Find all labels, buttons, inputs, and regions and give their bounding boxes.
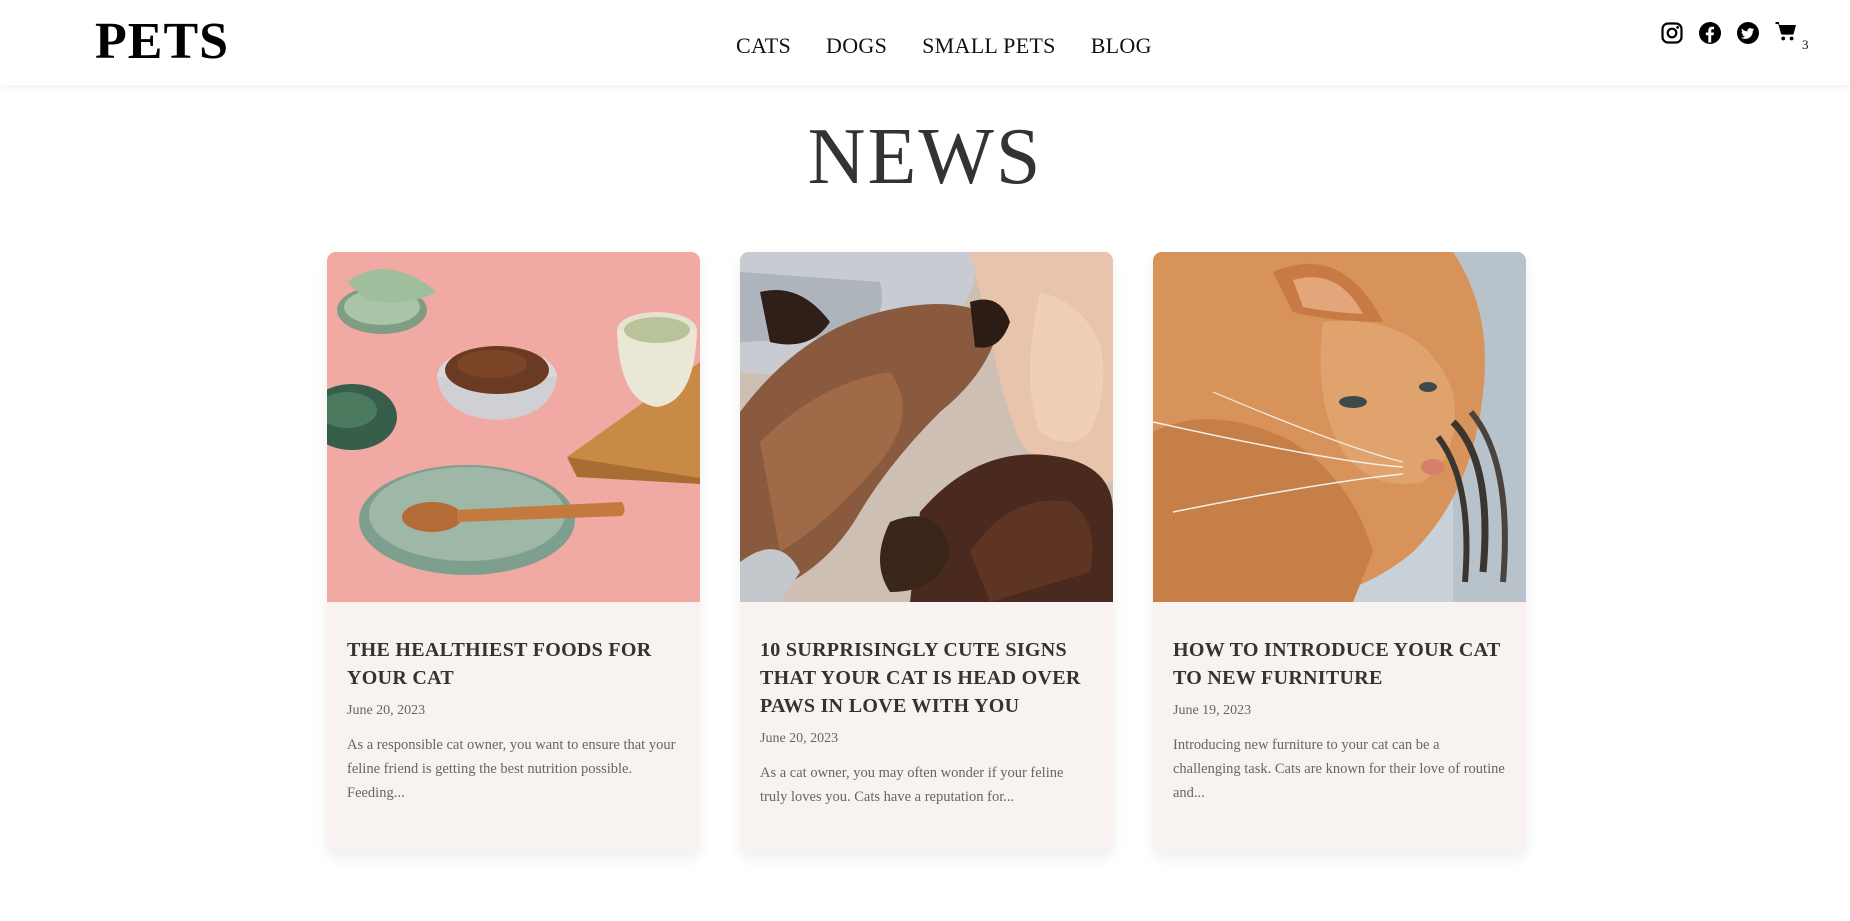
article-excerpt: As a cat owner, you may often wonder if … [760,765,1064,805]
article-date: June 20, 2023 [760,731,839,746]
header-icons: 3 [1660,19,1809,52]
article-image-woman-cat[interactable] [740,252,1113,602]
instagram-icon[interactable] [1660,21,1684,45]
site-logo[interactable]: PETS [95,14,229,70]
twitter-icon[interactable] [1736,21,1760,45]
article-excerpt: Introducing new furniture to your cat ca… [1173,737,1505,801]
cart-count-badge: 3 [1802,37,1809,52]
cart-button[interactable]: 3 [1774,19,1809,52]
nav-link-small-pets[interactable]: SMALL PETS [922,32,1056,60]
orange-cat-photo [1153,252,1526,602]
article-card[interactable]: THE HEALTHIEST FOODS FOR YOUR CAT June 2… [327,252,700,852]
article-card-body: HOW TO INTRODUCE YOUR CAT TO NEW FURNITU… [1153,602,1526,805]
nav-link-blog[interactable]: BLOG [1091,32,1152,60]
woman-with-cat-photo [740,252,1113,602]
article-date: June 20, 2023 [347,703,426,718]
cat-food-photo [327,252,700,602]
article-card[interactable]: 10 SURPRISINGLY CUTE SIGNS THAT YOUR CAT… [740,252,1113,852]
facebook-icon[interactable] [1698,21,1722,45]
nav-link-cats[interactable]: CATS [736,32,791,60]
nav-link-dogs[interactable]: DOGS [826,32,887,60]
article-image-orange-cat[interactable] [1153,252,1526,602]
cart-icon [1775,22,1796,41]
article-card-body: 10 SURPRISINGLY CUTE SIGNS THAT YOUR CAT… [740,602,1113,809]
article-title[interactable]: HOW TO INTRODUCE YOUR CAT TO NEW FURNITU… [1173,636,1506,692]
article-card-body: THE HEALTHIEST FOODS FOR YOUR CAT June 2… [327,602,700,805]
article-excerpt: As a responsible cat owner, you want to … [347,737,676,801]
article-date: June 19, 2023 [1173,703,1252,718]
main-nav: CATS DOGS SMALL PETS BLOG [736,32,1152,60]
site-header: PETS CATS DOGS SMALL PETS BLOG 3 [0,0,1850,85]
article-title[interactable]: 10 SURPRISINGLY CUTE SIGNS THAT YOUR CAT… [760,636,1093,720]
page-title: NEWS [807,113,1043,201]
article-image-cat-food[interactable] [327,252,700,602]
article-card[interactable]: HOW TO INTRODUCE YOUR CAT TO NEW FURNITU… [1153,252,1526,852]
article-title[interactable]: THE HEALTHIEST FOODS FOR YOUR CAT [347,636,680,692]
